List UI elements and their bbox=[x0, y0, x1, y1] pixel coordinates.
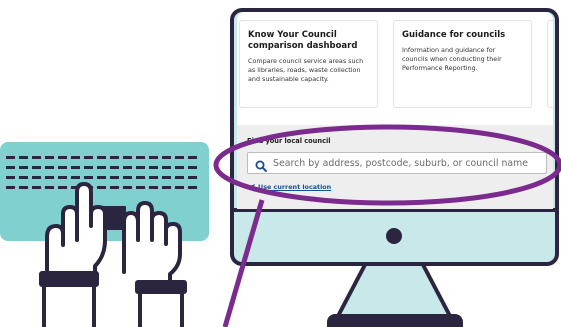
card-title[interactable]: Know Your Council comparison dashboard bbox=[248, 30, 369, 52]
search-input[interactable]: Search by address, postcode, suburb, or … bbox=[247, 152, 547, 174]
card-description: Information and guidance for councils wh… bbox=[402, 46, 502, 72]
location-link-text[interactable]: Use current location bbox=[258, 183, 331, 191]
card-description: Compare council service areas such as li… bbox=[248, 57, 364, 83]
council-finder: Find your local council Search by addres… bbox=[237, 125, 553, 209]
location-arrow-icon bbox=[248, 183, 255, 191]
finder-label: Find your local council bbox=[247, 137, 331, 145]
card-title[interactable]: Guidance for councils bbox=[402, 30, 523, 41]
partial-card[interactable] bbox=[547, 20, 553, 108]
monitor-screen: Know Your Council comparison dashboard C… bbox=[237, 12, 553, 209]
search-icon bbox=[255, 157, 267, 172]
know-your-council-card[interactable]: Know Your Council comparison dashboard C… bbox=[239, 20, 378, 108]
search-placeholder: Search by address, postcode, suburb, or … bbox=[273, 157, 529, 169]
use-current-location-link[interactable]: Use current location bbox=[248, 183, 331, 191]
guidance-card[interactable]: Guidance for councils Information and gu… bbox=[393, 20, 532, 108]
